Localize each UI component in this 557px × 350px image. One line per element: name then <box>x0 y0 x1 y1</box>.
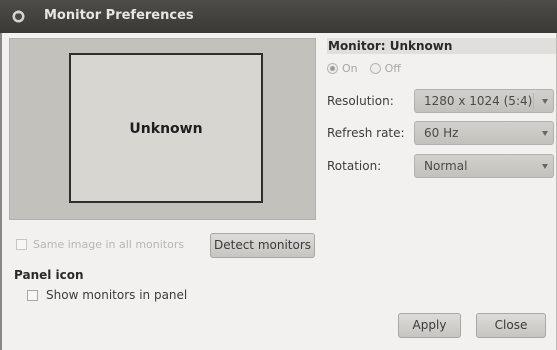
on-radio[interactable] <box>327 63 338 74</box>
resolution-select-separator <box>533 93 534 109</box>
monitor-preferences-window: Monitor Preferences Unknown Monitor: Unk… <box>0 0 557 350</box>
show-monitors-option: Show monitors in panel <box>27 288 187 302</box>
monitor-preferences-icon <box>12 10 25 23</box>
apply-button[interactable]: Apply <box>398 313 461 338</box>
rotation-value: Normal <box>424 159 468 173</box>
chevron-down-icon <box>542 164 548 169</box>
window-title: Monitor Preferences <box>44 8 194 23</box>
rotation-select[interactable]: Normal <box>414 154 554 178</box>
panel-icon-heading: Panel icon <box>14 268 84 282</box>
chevron-down-icon <box>542 131 548 136</box>
power-radio-group: On Off <box>327 62 413 75</box>
monitor-layout-preview[interactable]: Unknown <box>9 38 316 220</box>
rotation-label: Rotation: <box>327 159 382 173</box>
on-radio-label[interactable]: On <box>342 62 358 75</box>
refresh-rate-select[interactable]: 60 Hz <box>414 121 554 145</box>
close-button[interactable]: Close <box>476 313 546 338</box>
title-bar[interactable]: Monitor Preferences <box>0 0 557 33</box>
resolution-select[interactable]: 1280 x 1024 (5:4) <box>414 89 554 113</box>
detect-monitors-button[interactable]: Detect monitors <box>210 233 315 258</box>
window-left-border <box>0 33 2 350</box>
show-monitors-checkbox[interactable] <box>27 289 38 301</box>
same-image-option: Same image in all monitors <box>16 238 184 251</box>
refresh-rate-value: 60 Hz <box>424 126 459 140</box>
refresh-rate-label: Refresh rate: <box>327 126 405 140</box>
monitor-header: Monitor: Unknown <box>327 38 556 54</box>
resolution-value: 1280 x 1024 (5:4) <box>424 94 533 108</box>
chevron-down-icon <box>542 99 548 104</box>
off-radio-label[interactable]: Off <box>385 62 401 75</box>
monitor-rectangle[interactable]: Unknown <box>69 53 263 203</box>
same-image-label[interactable]: Same image in all monitors <box>33 238 184 251</box>
resolution-label: Resolution: <box>327 94 394 108</box>
monitor-rectangle-label: Unknown <box>129 121 203 137</box>
show-monitors-label[interactable]: Show monitors in panel <box>46 288 187 302</box>
off-radio[interactable] <box>369 63 381 74</box>
same-image-checkbox[interactable] <box>16 239 27 250</box>
